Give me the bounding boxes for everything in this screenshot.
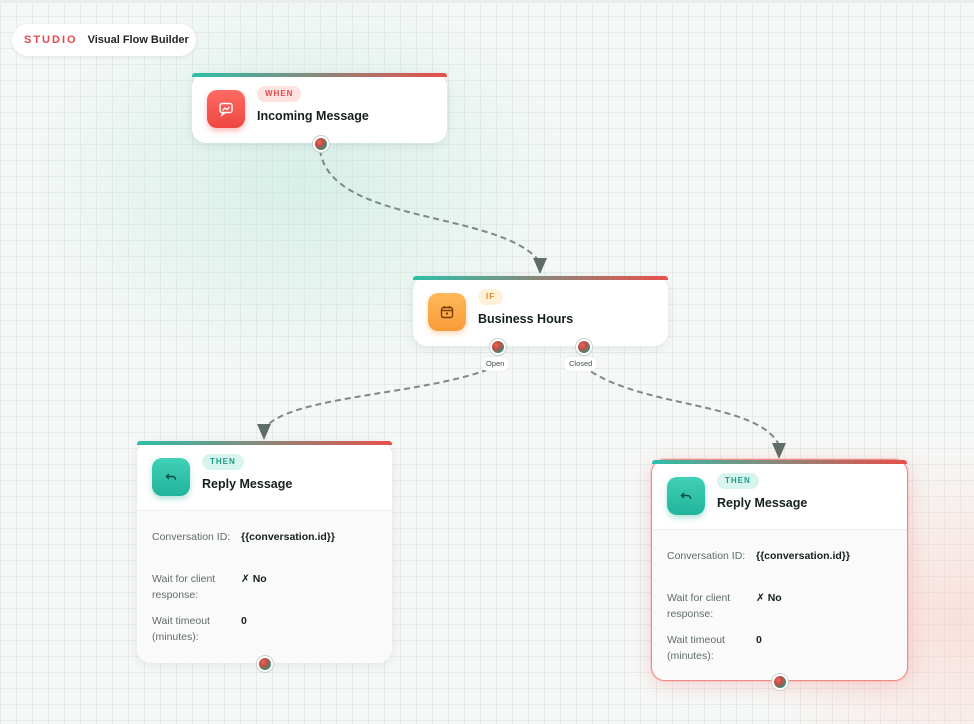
condition-node[interactable]: IF Business Hours: [413, 276, 668, 346]
connector-open-to-reply: [264, 365, 498, 429]
field-label: Wait timeout (minutes):: [152, 615, 210, 643]
reply-open-output-port[interactable]: [257, 656, 273, 672]
trigger-node[interactable]: WHEN Incoming Message: [192, 73, 447, 143]
node-fields: Conversation ID: {{conversation.id}} Wai…: [652, 529, 907, 680]
reply-arrow-icon: [667, 477, 705, 515]
reply-arrow-icon: [152, 458, 190, 496]
reply-closed-output-port[interactable]: [772, 674, 788, 690]
reply-node-open[interactable]: THEN Reply Message Conversation ID: {{co…: [137, 441, 392, 663]
node-accent-bar: [137, 441, 392, 445]
node-title: Reply Message: [202, 477, 293, 491]
arrowhead-reply-closed: [772, 443, 786, 459]
then-badge: THEN: [202, 454, 244, 470]
node-title: Business Hours: [478, 312, 574, 326]
field-value: ✗ No: [241, 573, 267, 585]
message-image-icon: [207, 90, 245, 128]
then-badge: THEN: [717, 473, 759, 489]
connector-trigger-to-condition: [319, 149, 541, 263]
node-accent-bar: [652, 460, 907, 464]
field-label: Conversation ID:: [667, 550, 746, 562]
node-title: Reply Message: [717, 496, 808, 510]
calendar-icon: [428, 293, 466, 331]
field-label: Conversation ID:: [152, 531, 231, 543]
connector-closed-to-reply: [582, 365, 781, 448]
field-label: Wait timeout (minutes):: [667, 634, 725, 662]
field-label: Wait for client response:: [667, 592, 731, 620]
condition-closed-port[interactable]: [576, 339, 592, 355]
field-value: ✗ No: [756, 592, 782, 604]
trigger-output-port[interactable]: [313, 136, 329, 152]
arrowhead-condition: [533, 258, 547, 274]
node-fields: Conversation ID: {{conversation.id}} Wai…: [137, 510, 392, 663]
field-label: Wait for client response:: [152, 573, 216, 601]
when-badge: WHEN: [257, 86, 302, 102]
field-value: 0: [756, 634, 762, 646]
closed-branch-label: Closed: [564, 357, 598, 371]
node-title: Incoming Message: [257, 109, 369, 123]
field-value: {{conversation.id}}: [756, 550, 850, 562]
condition-open-port[interactable]: [490, 339, 506, 355]
reply-node-closed[interactable]: THEN Reply Message Conversation ID: {{co…: [651, 459, 908, 681]
node-accent-bar: [413, 276, 668, 280]
arrowhead-reply-open: [257, 424, 271, 440]
if-badge: IF: [478, 289, 504, 305]
open-branch-label: Open: [481, 357, 510, 371]
field-value: 0: [241, 615, 247, 627]
node-accent-bar: [192, 73, 447, 77]
field-value: {{conversation.id}}: [241, 531, 335, 543]
